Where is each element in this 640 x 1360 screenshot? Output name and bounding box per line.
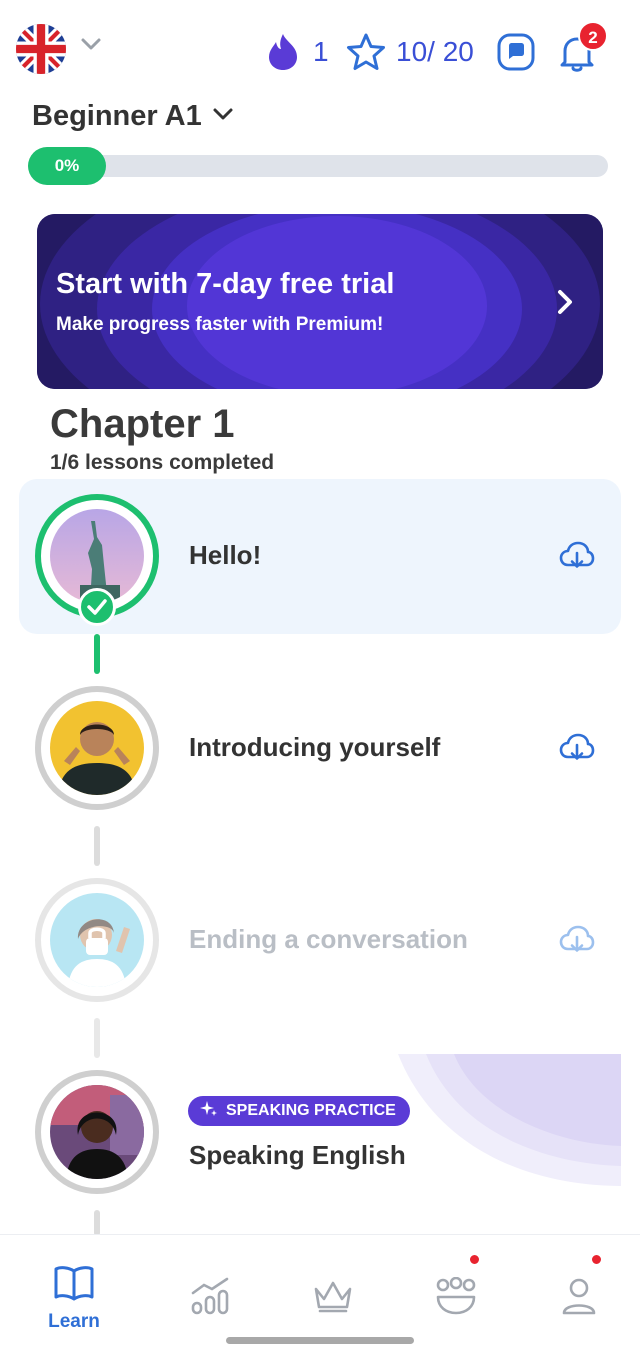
checkmark-icon	[78, 588, 116, 626]
chevron-down-icon	[212, 106, 234, 127]
cloud-download-icon[interactable]	[559, 541, 595, 576]
tag-label: SPEAKING PRACTICE	[226, 1102, 396, 1119]
lesson-title: Ending a conversation	[189, 924, 468, 954]
woman-speaking-image	[50, 1085, 144, 1179]
path-connector	[94, 1018, 100, 1058]
cloud-download-icon[interactable]	[559, 733, 595, 768]
path-connector	[94, 826, 100, 866]
level-selector[interactable]: Beginner A1	[32, 100, 234, 133]
notification-dot	[468, 1253, 481, 1266]
home-indicator	[226, 1337, 414, 1344]
chapter-title: Chapter 1	[50, 402, 235, 446]
crown-icon	[312, 1279, 354, 1318]
lesson-title: Introducing yourself	[189, 732, 441, 762]
book-icon	[54, 1265, 94, 1306]
xp-progress[interactable]: 10/ 20	[396, 36, 474, 68]
progress-chart-icon	[190, 1277, 232, 1320]
uk-flag-icon[interactable]	[16, 24, 66, 74]
chat-icon[interactable]	[496, 32, 536, 72]
flame-icon[interactable]	[266, 32, 300, 77]
banner-title: Start with 7-day free trial	[56, 268, 395, 300]
lesson-title: Hello!	[189, 540, 262, 570]
nav-progress[interactable]	[170, 1255, 250, 1325]
path-connector	[94, 1210, 100, 1236]
lesson-title: Speaking English	[189, 1140, 406, 1170]
sparkle-icon	[200, 1100, 218, 1123]
premium-trial-banner[interactable]: Start with 7-day free trial Make progres…	[37, 214, 603, 389]
lesson-avatar[interactable]	[35, 686, 159, 810]
cloud-download-icon[interactable]	[559, 925, 595, 960]
nav-profile[interactable]	[540, 1253, 620, 1325]
man-pointing-image	[50, 701, 144, 795]
nav-community[interactable]	[414, 1253, 494, 1325]
star-icon[interactable]	[346, 32, 386, 77]
nav-premium[interactable]	[292, 1255, 372, 1325]
chevron-down-icon[interactable]	[80, 36, 102, 57]
lesson-avatar[interactable]	[35, 878, 159, 1002]
profile-icon	[560, 1277, 598, 1320]
banner-subtitle: Make progress faster with Premium!	[56, 314, 384, 335]
level-progress-label: 0%	[28, 147, 106, 185]
lesson-avatar[interactable]	[35, 1070, 159, 1194]
notification-dot	[590, 1253, 603, 1266]
chapter-progress-text: 1/6 lessons completed	[50, 451, 275, 474]
top-bar: 1 10/ 20 2	[0, 0, 640, 100]
community-icon	[434, 1276, 478, 1320]
level-progress-bar	[28, 155, 608, 177]
nav-learn[interactable]: Learn	[34, 1255, 114, 1332]
level-title: Beginner A1	[32, 100, 202, 132]
chevron-right-icon	[554, 288, 576, 321]
lock-icon	[81, 922, 113, 963]
notification-badge: 2	[578, 21, 608, 51]
path-connector	[94, 634, 100, 674]
nav-label: Learn	[48, 1311, 100, 1332]
speaking-practice-tag: SPEAKING PRACTICE	[188, 1096, 410, 1126]
banner-background	[37, 214, 603, 389]
streak-count[interactable]: 1	[313, 36, 329, 68]
